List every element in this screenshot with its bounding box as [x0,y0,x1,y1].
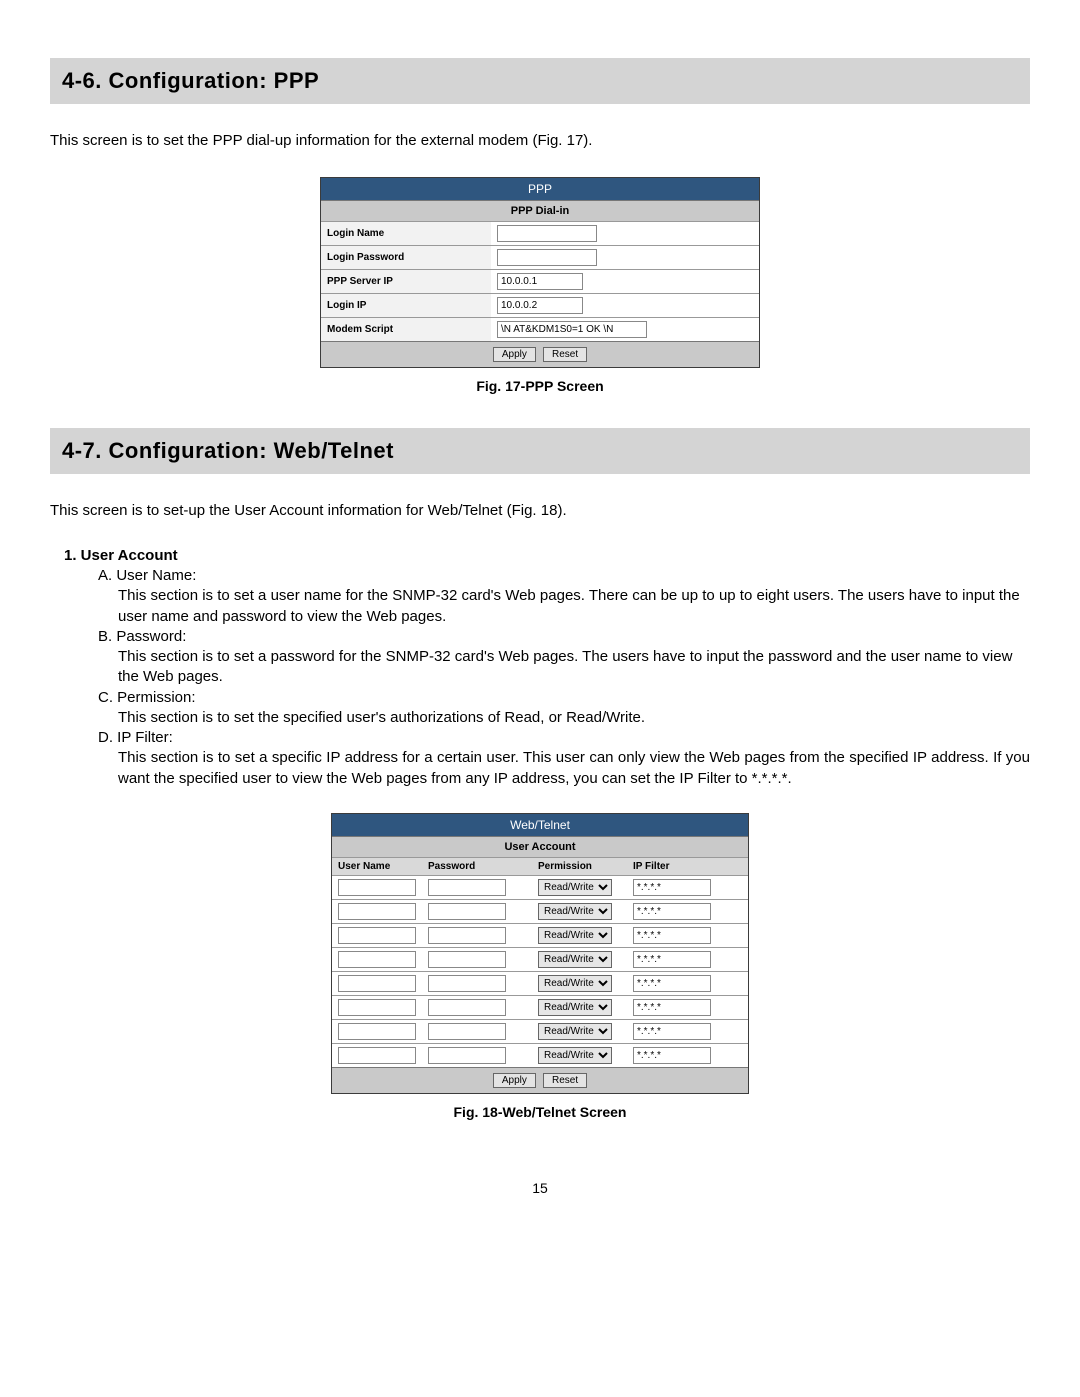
user-account-heading: 1. User Account [64,547,1030,564]
section-intro-webtelnet: This screen is to set-up the User Accoun… [50,502,1030,519]
ua-d-label: D. IP Filter: [98,729,173,746]
wt-pass-input[interactable] [428,975,506,992]
user-account-item-b: B. Password: This section is to set a pa… [98,627,1030,688]
wt-pass-input[interactable] [428,927,506,944]
wt-user-input[interactable] [338,1023,416,1040]
wt-user-input[interactable] [338,927,416,944]
wt-user-input[interactable] [338,951,416,968]
table-row: Read/Write [332,1043,748,1067]
wt-apply-button[interactable]: Apply [493,1073,536,1088]
wt-subtitle: User Account [332,836,748,857]
ua-a-label: A. User Name: [98,567,196,584]
wt-reset-button[interactable]: Reset [543,1073,587,1088]
section-heading-ppp: 4-6. Configuration: PPP [62,68,1018,94]
ua-c-desc: This section is to set the specified use… [118,708,1030,728]
wt-user-input[interactable] [338,999,416,1016]
ppp-login-name-label: Login Name [321,222,491,246]
webtelnet-screenshot: Web/Telnet User Account User Name Passwo… [331,813,749,1094]
wt-pass-input[interactable] [428,879,506,896]
ppp-server-ip-label: PPP Server IP [321,270,491,294]
wt-pass-input[interactable] [428,999,506,1016]
wt-caption: Fig. 18-Web/Telnet Screen [50,1104,1030,1120]
user-account-item-a: A. User Name: This section is to set a u… [98,566,1030,627]
page-number: 15 [50,1180,1030,1196]
ppp-modem-script-input[interactable] [497,321,647,338]
wt-pass-input[interactable] [428,1047,506,1064]
ppp-login-name-input[interactable] [497,225,597,242]
wt-pass-input[interactable] [428,903,506,920]
ppp-screenshot: PPP PPP Dial-in Login Name Login Passwor… [320,177,760,368]
ppp-login-password-label: Login Password [321,246,491,270]
wt-ipf-input[interactable] [633,903,711,920]
ppp-login-password-input[interactable] [497,249,597,266]
wt-perm-select[interactable]: Read/Write [538,1023,612,1040]
wt-ipf-input[interactable] [633,951,711,968]
wt-ipf-input[interactable] [633,879,711,896]
table-row: Read/Write [332,1019,748,1043]
ppp-caption: Fig. 17-PPP Screen [50,378,1030,394]
wt-perm-select[interactable]: Read/Write [538,879,612,896]
wt-pass-input[interactable] [428,951,506,968]
wt-user-input[interactable] [338,975,416,992]
section-heading-webtelnet: 4-7. Configuration: Web/Telnet [62,438,1018,464]
table-row: Read/Write [332,971,748,995]
wt-perm-select[interactable]: Read/Write [538,999,612,1016]
wt-ipf-input[interactable] [633,975,711,992]
wt-ipf-input[interactable] [633,1023,711,1040]
ppp-login-ip-input[interactable] [497,297,583,314]
wt-perm-select[interactable]: Read/Write [538,951,612,968]
wt-perm-select[interactable]: Read/Write [538,1047,612,1064]
wt-ipf-input[interactable] [633,1047,711,1064]
wt-title: Web/Telnet [332,814,748,836]
wt-perm-select[interactable]: Read/Write [538,903,612,920]
ppp-apply-button[interactable]: Apply [493,347,536,362]
ppp-reset-button[interactable]: Reset [543,347,587,362]
ua-a-desc: This section is to set a user name for t… [118,586,1030,627]
table-row: Read/Write [332,947,748,971]
wt-ipf-input[interactable] [633,927,711,944]
user-account-item-d: D. IP Filter: This section is to set a s… [98,728,1030,789]
table-row: Read/Write [332,875,748,899]
wt-perm-select[interactable]: Read/Write [538,975,612,992]
ppp-table: Login Name Login Password PPP Server IP … [321,221,759,341]
section-header-webtelnet: 4-7. Configuration: Web/Telnet [50,428,1030,474]
ppp-server-ip-input[interactable] [497,273,583,290]
wt-col-pass: Password [422,857,532,875]
ua-b-desc: This section is to set a password for th… [118,647,1030,688]
ppp-login-ip-label: Login IP [321,294,491,318]
wt-col-ipf: IP Filter [627,857,748,875]
wt-button-row: Apply Reset [332,1067,748,1093]
wt-col-user: User Name [332,857,422,875]
ua-c-label: C. Permission: [98,689,196,706]
ua-d-desc: This section is to set a specific IP add… [118,748,1030,789]
table-row: Read/Write [332,899,748,923]
wt-table: User Name Password Permission IP Filter … [332,857,748,1067]
wt-user-input[interactable] [338,1047,416,1064]
table-row: Read/Write [332,995,748,1019]
user-account-item-c: C. Permission: This section is to set th… [98,688,1030,729]
wt-ipf-input[interactable] [633,999,711,1016]
ppp-title: PPP [321,178,759,200]
wt-col-perm: Permission [532,857,627,875]
ppp-button-row: Apply Reset [321,341,759,367]
ua-b-label: B. Password: [98,628,186,645]
wt-pass-input[interactable] [428,1023,506,1040]
wt-perm-select[interactable]: Read/Write [538,927,612,944]
wt-user-input[interactable] [338,879,416,896]
webtelnet-screenshot-wrap: Web/Telnet User Account User Name Passwo… [50,813,1030,1094]
ppp-subtitle: PPP Dial-in [321,200,759,221]
section-header-ppp: 4-6. Configuration: PPP [50,58,1030,104]
table-row: Read/Write [332,923,748,947]
section-intro-ppp: This screen is to set the PPP dial-up in… [50,132,1030,149]
user-account-block: 1. User Account A. User Name: This secti… [64,547,1030,789]
ppp-screenshot-wrap: PPP PPP Dial-in Login Name Login Passwor… [50,177,1030,368]
wt-user-input[interactable] [338,903,416,920]
ppp-modem-script-label: Modem Script [321,318,491,342]
